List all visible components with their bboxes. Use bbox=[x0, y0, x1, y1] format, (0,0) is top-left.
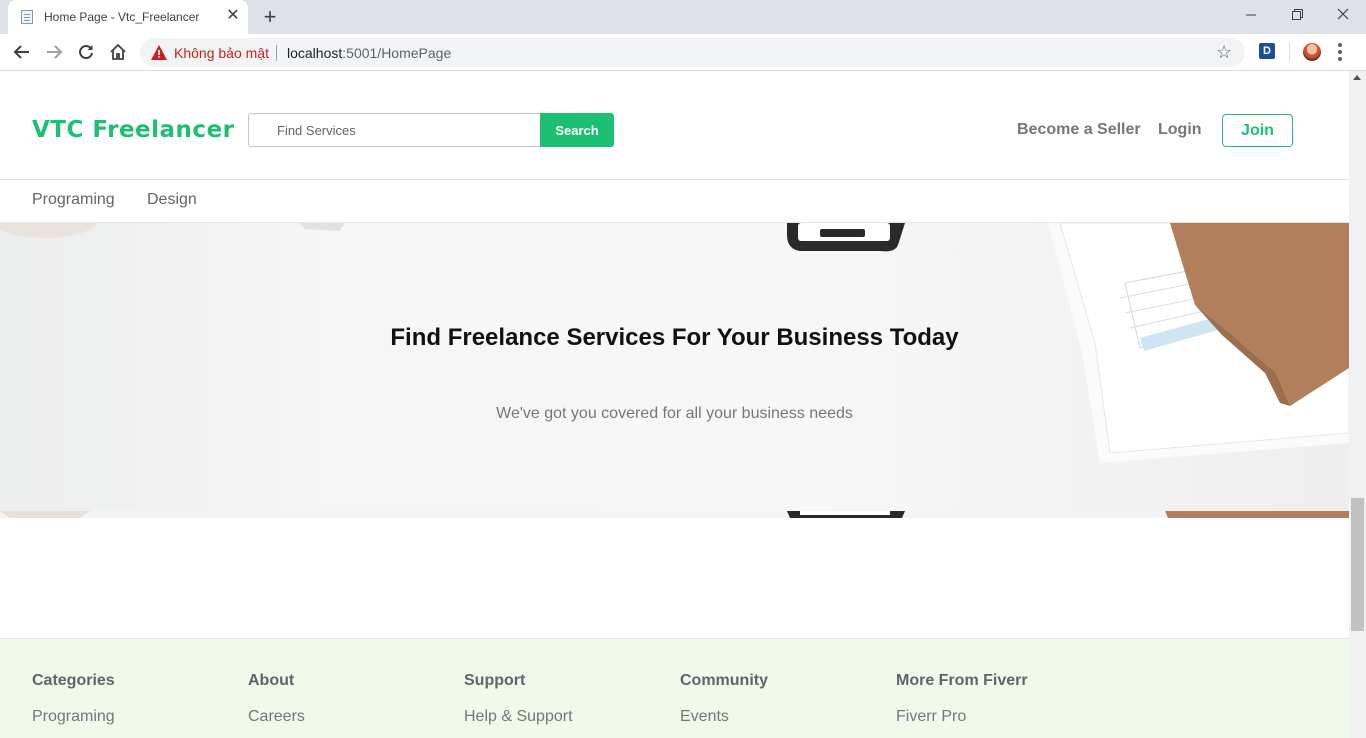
scroll-up-arrow-icon[interactable] bbox=[1353, 75, 1361, 80]
page-viewport: VTC Freelancer Search Become a Seller Lo… bbox=[0, 71, 1349, 738]
security-status[interactable]: Không bảo mật bbox=[174, 45, 269, 61]
search-button[interactable]: Search bbox=[540, 113, 614, 147]
browser-toolbar: Không bảo mật localhost:5001/HomePage ☆ … bbox=[0, 34, 1366, 71]
close-icon[interactable]: ✕ bbox=[224, 7, 242, 25]
url-text[interactable]: localhost:5001/HomePage bbox=[287, 45, 451, 61]
warning-icon bbox=[151, 45, 167, 60]
page-scrollbar[interactable] bbox=[1349, 71, 1366, 738]
window-close-icon[interactable] bbox=[1320, 0, 1366, 30]
footer-heading: Community bbox=[680, 672, 768, 689]
footer-link[interactable]: Events bbox=[680, 708, 768, 726]
omnibox-divider bbox=[276, 45, 277, 61]
footer-column-categories: Categories Programing bbox=[32, 672, 115, 726]
maximize-icon[interactable] bbox=[1274, 0, 1320, 30]
page-favicon-icon bbox=[21, 10, 33, 24]
footer-link[interactable]: Help & Support bbox=[464, 708, 573, 726]
star-icon[interactable]: ☆ bbox=[1216, 42, 1232, 62]
hero-background-image bbox=[0, 223, 1349, 518]
footer-column-about: About Careers bbox=[248, 672, 305, 726]
login-link[interactable]: Login bbox=[1158, 121, 1202, 139]
menu-dots-icon[interactable] bbox=[1338, 43, 1342, 61]
footer-heading: Support bbox=[464, 672, 526, 689]
category-programing[interactable]: Programing bbox=[32, 191, 115, 209]
join-button[interactable]: Join bbox=[1222, 114, 1293, 147]
scroll-thumb[interactable] bbox=[1351, 498, 1364, 631]
footer-column-community: Community Events bbox=[680, 672, 768, 726]
footer-link[interactable]: Fiverr Pro bbox=[896, 708, 1028, 726]
url-host: localhost bbox=[287, 45, 343, 61]
footer-heading: About bbox=[248, 672, 295, 689]
hero-subtitle: We've got you covered for all your busin… bbox=[496, 405, 853, 422]
extension-icon[interactable]: D bbox=[1259, 43, 1275, 59]
forward-arrow-icon[interactable] bbox=[41, 39, 67, 65]
browser-tab[interactable]: Home Page - Vtc_Freelancer ✕ bbox=[8, 0, 248, 34]
home-icon[interactable] bbox=[105, 39, 131, 65]
footer-column-more: More From Fiverr Fiverr Pro bbox=[896, 672, 1028, 726]
site-logo[interactable]: VTC Freelancer bbox=[32, 117, 235, 143]
site-header: VTC Freelancer Search Become a Seller Lo… bbox=[0, 71, 1349, 180]
url-path: :5001/HomePage bbox=[342, 45, 452, 61]
footer-link[interactable]: Careers bbox=[248, 708, 305, 726]
footer-link[interactable]: Programing bbox=[32, 708, 115, 726]
reload-icon[interactable] bbox=[73, 39, 99, 65]
category-design[interactable]: Design bbox=[147, 191, 197, 209]
browser-tabstrip: Home Page - Vtc_Freelancer ✕ + bbox=[0, 0, 1366, 34]
toolbar-divider bbox=[1289, 43, 1290, 61]
site-footer: Categories Programing About Careers Supp… bbox=[0, 638, 1349, 738]
back-arrow-icon[interactable] bbox=[9, 39, 35, 65]
footer-heading: Categories bbox=[32, 672, 115, 689]
hero-banner: Find Freelance Services For Your Busines… bbox=[0, 223, 1349, 518]
tab-title: Home Page - Vtc_Freelancer bbox=[44, 10, 200, 24]
profile-avatar[interactable] bbox=[1303, 43, 1321, 61]
category-nav: Programing Design bbox=[0, 180, 1349, 223]
footer-column-support: Support Help & Support bbox=[464, 672, 573, 726]
plus-icon[interactable]: + bbox=[258, 5, 282, 29]
become-seller-link[interactable]: Become a Seller bbox=[1017, 121, 1141, 139]
minimize-icon[interactable] bbox=[1228, 0, 1274, 30]
address-bar[interactable]: Không bảo mật localhost:5001/HomePage ☆ bbox=[140, 38, 1245, 67]
footer-heading: More From Fiverr bbox=[896, 672, 1028, 689]
hero-title: Find Freelance Services For Your Busines… bbox=[390, 324, 959, 351]
search-input[interactable] bbox=[248, 113, 542, 147]
